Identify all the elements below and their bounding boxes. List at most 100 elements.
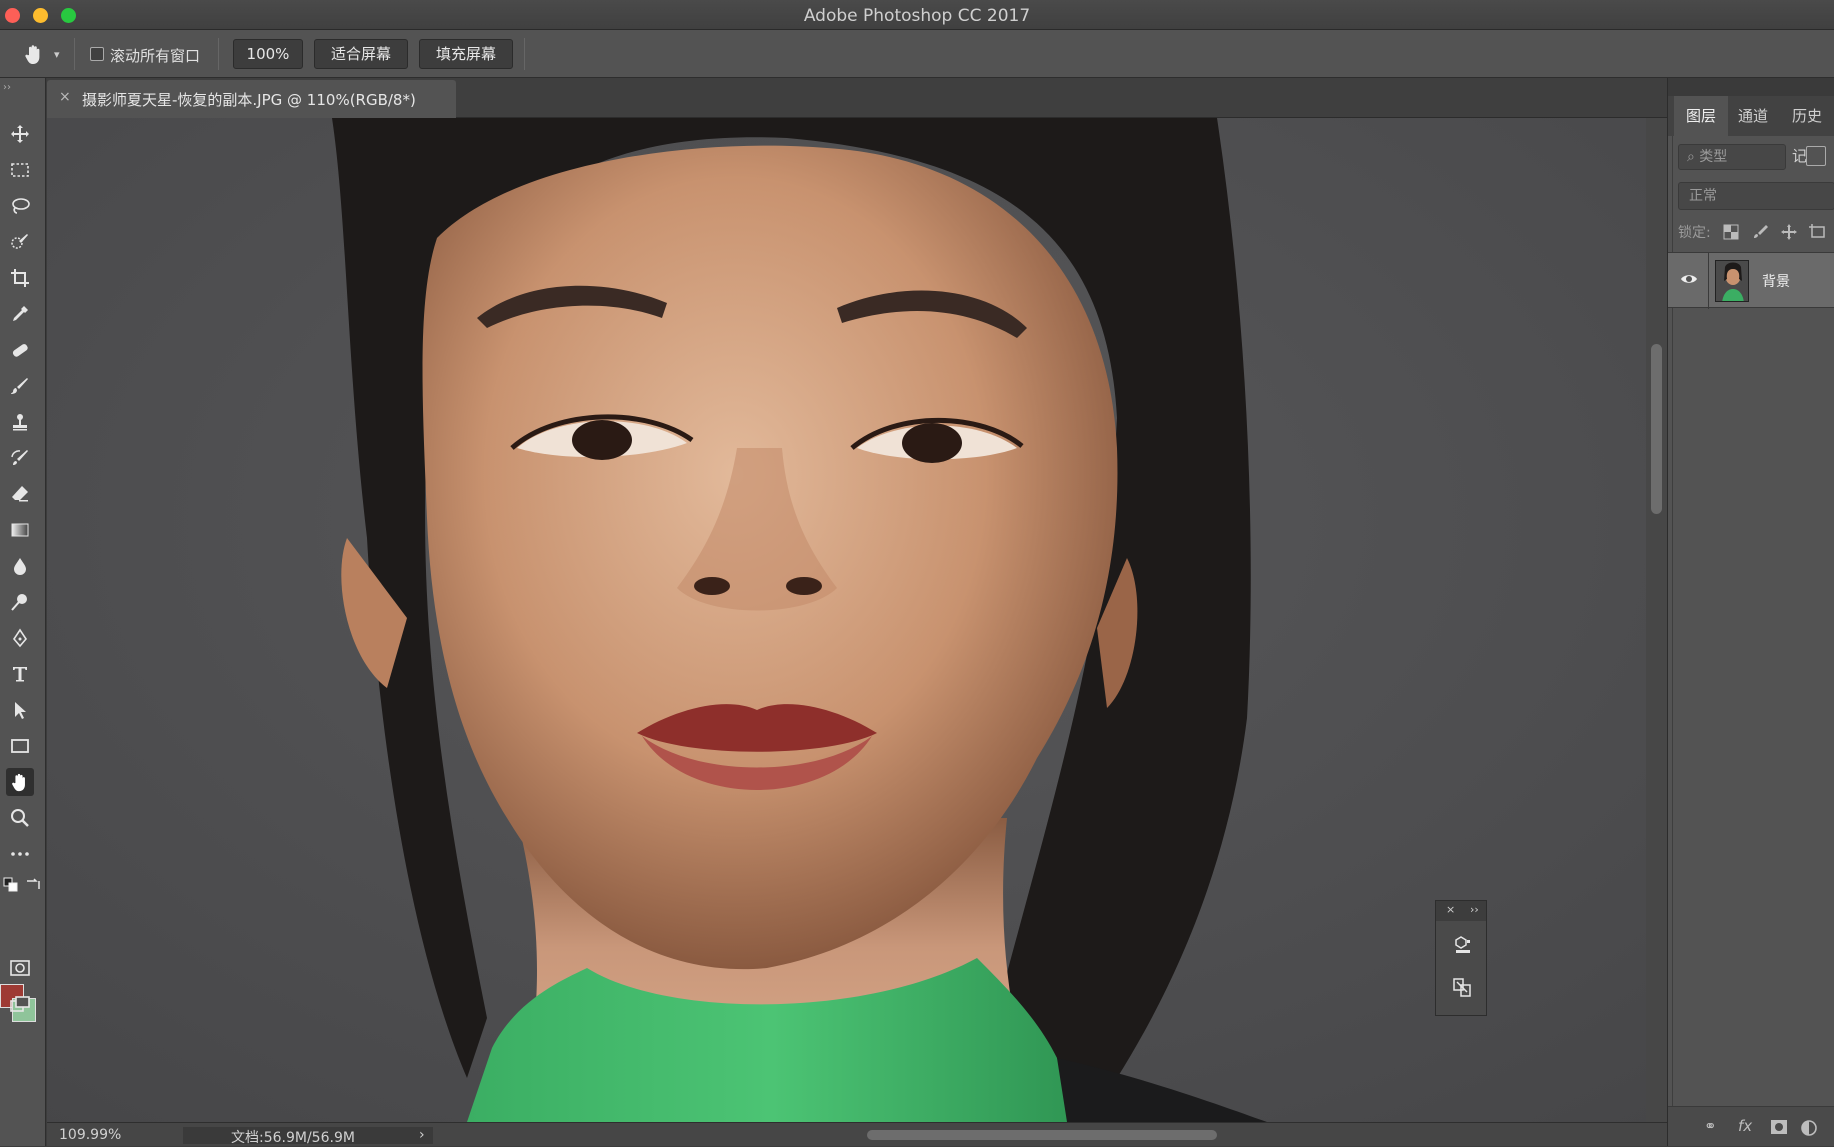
document-canvas[interactable] [47, 118, 1667, 1122]
fit-screen-button[interactable]: 适合屏幕 [314, 39, 408, 69]
document-size: 文档:56.9M/56.9M [183, 1127, 433, 1146]
layer-row-background[interactable]: 背景 [1668, 252, 1834, 309]
title-bar: Adobe Photoshop CC 2017 [0, 0, 1834, 30]
layers-panel-footer: ⚭ fx [1668, 1106, 1834, 1146]
gradient-tool[interactable] [6, 516, 34, 544]
layer-name: 背景 [1762, 274, 1790, 290]
zoom-tool[interactable] [6, 804, 34, 832]
expand-panel-icon[interactable]: ›› [1470, 903, 1479, 916]
layers-panel: 图层 通道 历史记 ⌕ 类型 正常 锁定: 背景 ⚭ fx [1667, 78, 1834, 1146]
dodge-tool[interactable] [6, 588, 34, 616]
tab-layers[interactable]: 图层 [1674, 96, 1729, 136]
layer-filter-label: 类型 [1699, 149, 1728, 165]
blur-tool[interactable] [6, 552, 34, 580]
document-tab[interactable]: × 摄影师夏天星-恢复的副本.JPG @ 110%(RGB/8*) [47, 80, 456, 118]
lock-transparent-icon[interactable] [1722, 223, 1740, 241]
hand-tool-icon[interactable] [22, 42, 46, 66]
image-filter-icon[interactable] [1806, 146, 1826, 166]
eyedropper-tool[interactable] [6, 300, 34, 328]
adjustment-layer-icon[interactable] [1800, 1119, 1818, 1137]
3d-panel-button[interactable] [1448, 931, 1476, 959]
app-title: Adobe Photoshop CC 2017 [803, 6, 1031, 26]
quick-selection-tool[interactable] [6, 228, 34, 256]
clone-source-button[interactable] [1448, 973, 1476, 1001]
screen-mode-icon [10, 996, 30, 1012]
document-tab-bar: × 摄影师夏天星-恢复的副本.JPG @ 110%(RGB/8*) [47, 78, 1667, 118]
divider [1672, 96, 1673, 1106]
dodge-icon [11, 594, 27, 611]
blend-mode-select[interactable]: 正常 [1678, 182, 1834, 210]
clone-stamp-tool[interactable] [6, 408, 34, 436]
clone-source-icon [1453, 978, 1471, 997]
marquee-tool[interactable] [6, 156, 34, 184]
pen-icon [12, 628, 28, 648]
zoom-100-button[interactable]: 100% [233, 39, 303, 69]
divider [1708, 253, 1709, 309]
quick-selection-icon [11, 234, 28, 249]
ellipsis-icon [11, 852, 29, 856]
divider [524, 38, 525, 70]
default-colors[interactable] [2, 876, 20, 894]
close-panel-icon[interactable]: × [1446, 903, 1455, 916]
hand-icon [12, 773, 25, 792]
type-tool[interactable] [6, 660, 34, 688]
lasso-icon [12, 198, 30, 214]
lock-position-icon[interactable] [1780, 223, 1798, 241]
tab-channels[interactable]: 通道 [1726, 96, 1780, 136]
lock-label: 锁定: [1678, 225, 1711, 241]
history-brush-tool[interactable] [6, 444, 34, 472]
hand-tool[interactable] [6, 768, 34, 796]
swap-arrows-icon [27, 878, 40, 889]
brush-tool[interactable] [6, 372, 34, 400]
quick-mask-button[interactable] [6, 954, 34, 982]
toolbox-grip[interactable]: ›› [3, 82, 11, 93]
swap-colors[interactable] [24, 876, 42, 894]
scroll-all-windows-label: 滚动所有窗口 [110, 47, 201, 65]
link-layers-icon[interactable]: ⚭ [1704, 1117, 1717, 1135]
stamp-icon [13, 414, 27, 431]
type-icon [13, 667, 27, 682]
arrow-pointer-icon [15, 702, 26, 719]
lock-pixels-brush-icon[interactable] [1752, 223, 1770, 241]
horizontal-scroll-thumb[interactable] [867, 1130, 1217, 1140]
move-tool[interactable] [6, 120, 34, 148]
divider [218, 38, 219, 70]
gradient-icon [11, 523, 29, 537]
close-tab-icon[interactable]: × [59, 89, 71, 105]
tab-history[interactable]: 历史记 [1780, 96, 1834, 165]
screen-mode-button[interactable] [6, 990, 34, 1018]
path-selection-tool[interactable] [6, 696, 34, 724]
fill-screen-button[interactable]: 填充屏幕 [419, 39, 513, 69]
crop-icon [11, 269, 29, 287]
vertical-scrollbar[interactable] [1646, 118, 1667, 1122]
tool-preset-chevron-down-icon[interactable]: ▾ [54, 48, 60, 61]
layer-filter-select[interactable]: ⌕ 类型 [1678, 144, 1786, 170]
eraser-icon [12, 486, 28, 502]
panel-tabs: 图层 通道 历史记 [1668, 96, 1834, 165]
fx-icon[interactable]: fx [1738, 1117, 1752, 1135]
quick-mask-icon [10, 960, 30, 976]
cube-icon [1455, 936, 1470, 953]
scroll-all-windows-checkbox[interactable] [90, 47, 104, 61]
status-menu-arrow-icon[interactable]: › [419, 1127, 425, 1143]
eraser-tool[interactable] [6, 480, 34, 508]
floating-panel: × ›› [1435, 900, 1487, 1016]
lasso-tool[interactable] [6, 192, 34, 220]
crop-tool[interactable] [6, 264, 34, 292]
options-bar: ▾ 滚动所有窗口 100% 适合屏幕 填充屏幕 [0, 30, 1834, 78]
rect-marquee-icon [11, 163, 29, 177]
layer-thumbnail [1715, 260, 1749, 302]
add-mask-icon[interactable] [1770, 1119, 1788, 1135]
healing-brush-tool[interactable] [6, 336, 34, 364]
bandage-icon [12, 344, 28, 357]
drop-icon [14, 558, 26, 575]
zoom-level[interactable]: 109.99% [59, 1127, 121, 1143]
rectangle-tool[interactable] [6, 732, 34, 760]
status-bar: 109.99% 文档:56.9M/56.9M › [47, 1122, 1667, 1146]
lock-artboard-icon[interactable] [1808, 223, 1826, 241]
more-tools[interactable] [6, 840, 34, 868]
pen-tool[interactable] [6, 624, 34, 652]
vertical-scroll-thumb[interactable] [1651, 344, 1662, 514]
default-colors-icon [3, 877, 18, 892]
eye-visibility-icon[interactable] [1680, 270, 1698, 288]
